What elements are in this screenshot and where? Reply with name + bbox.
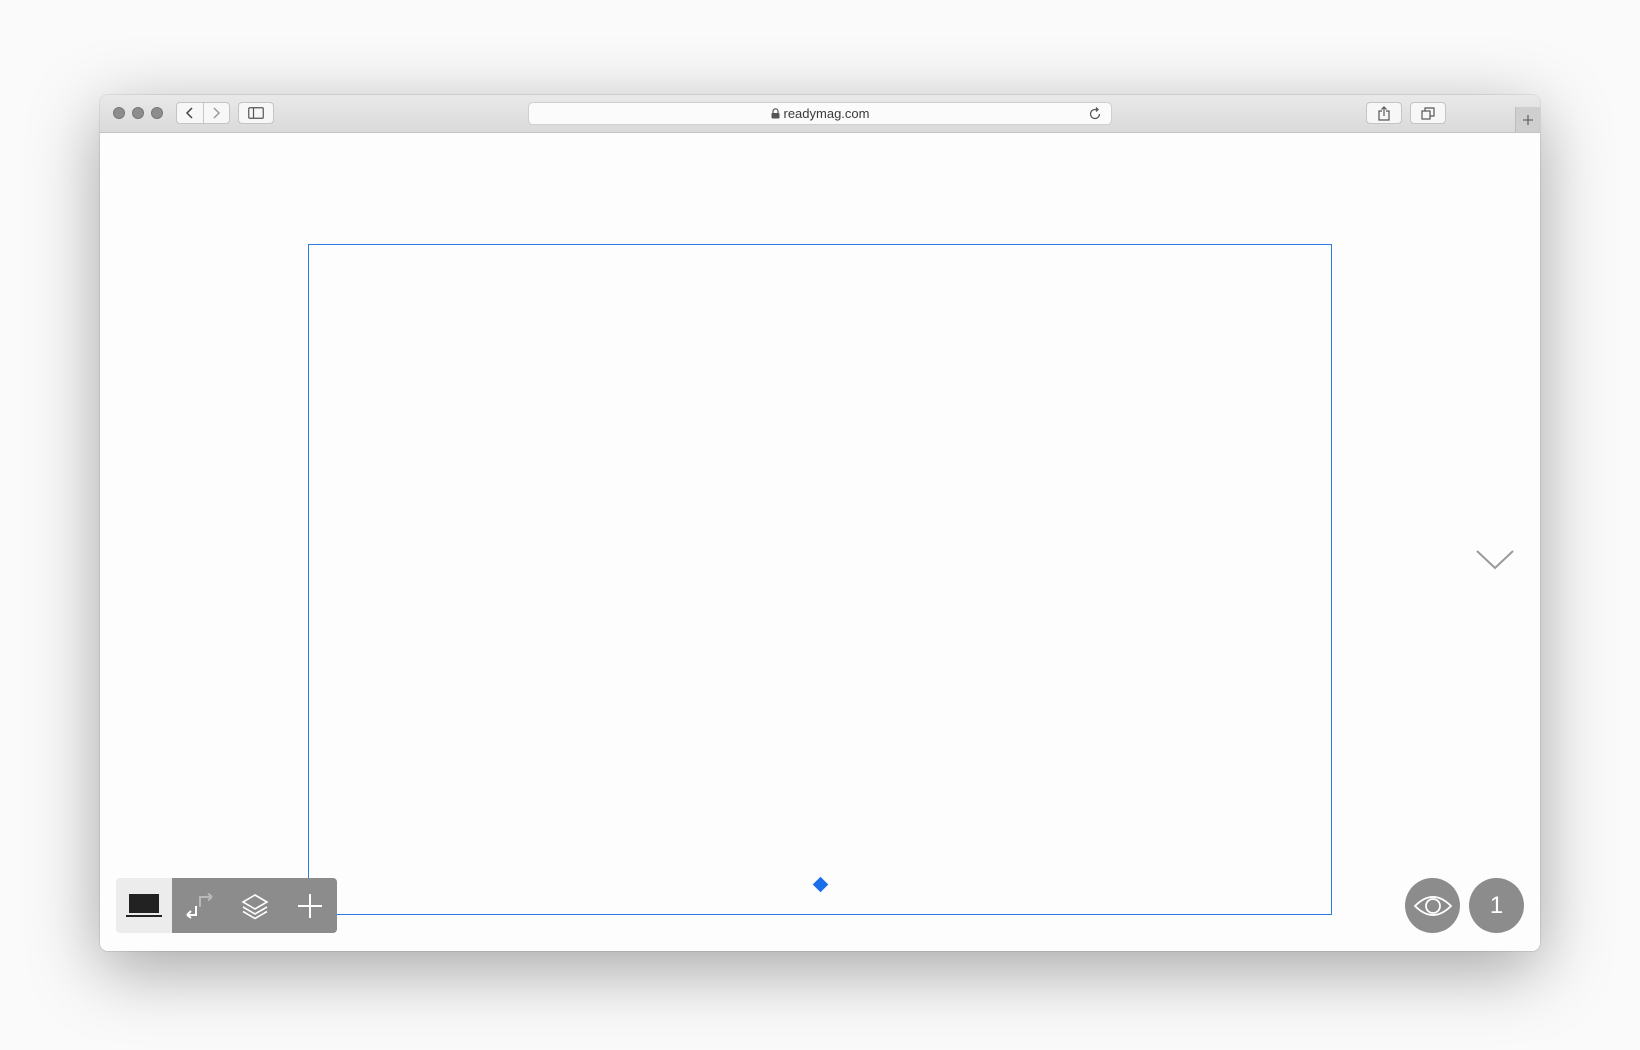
- editor-canvas[interactable]: [100, 133, 1540, 951]
- navigation-buttons: [176, 102, 230, 124]
- laptop-icon: [126, 893, 162, 917]
- plus-icon: [297, 893, 322, 918]
- browser-window: readymag.com 1: [100, 95, 1540, 951]
- lock-icon: [771, 108, 780, 119]
- share-icon: [1378, 105, 1390, 121]
- address-url: readymag.com: [783, 106, 870, 121]
- link-tool-button[interactable]: [172, 878, 227, 933]
- zoom-window-button[interactable]: [151, 107, 163, 119]
- add-widget-button[interactable]: [282, 878, 337, 933]
- sidebar-button[interactable]: [238, 102, 274, 124]
- chevron-down-icon[interactable]: [1475, 549, 1515, 571]
- tabs-overview-button[interactable]: [1410, 102, 1446, 124]
- preview-button[interactable]: [1405, 878, 1460, 933]
- toolbar-tools: [172, 878, 337, 933]
- page-number-button[interactable]: 1: [1469, 878, 1524, 933]
- page-number: 1: [1489, 891, 1504, 919]
- sidebar-icon: [248, 107, 264, 119]
- layers-button[interactable]: [227, 878, 282, 933]
- tabs-icon: [1421, 106, 1435, 120]
- close-window-button[interactable]: [113, 107, 125, 119]
- forward-button[interactable]: [202, 103, 230, 123]
- back-button[interactable]: [177, 103, 203, 123]
- chevron-right-icon: [213, 107, 221, 119]
- eye-icon: [1413, 895, 1452, 916]
- share-button[interactable]: [1366, 102, 1402, 124]
- device-button[interactable]: [116, 878, 172, 933]
- address-bar[interactable]: readymag.com: [528, 102, 1112, 125]
- link-arrows-icon: [185, 892, 213, 919]
- reload-icon[interactable]: [1087, 106, 1103, 122]
- chevron-left-icon: [185, 107, 193, 119]
- editor-toolbar: [116, 878, 337, 933]
- new-tab-button[interactable]: [1515, 107, 1540, 132]
- browser-titlebar: readymag.com: [100, 95, 1540, 133]
- layers-icon: [240, 893, 269, 919]
- plus-icon: [1523, 114, 1533, 125]
- minimize-window-button[interactable]: [132, 107, 144, 119]
- resize-handle[interactable]: [812, 876, 829, 893]
- page-frame[interactable]: [308, 244, 1332, 915]
